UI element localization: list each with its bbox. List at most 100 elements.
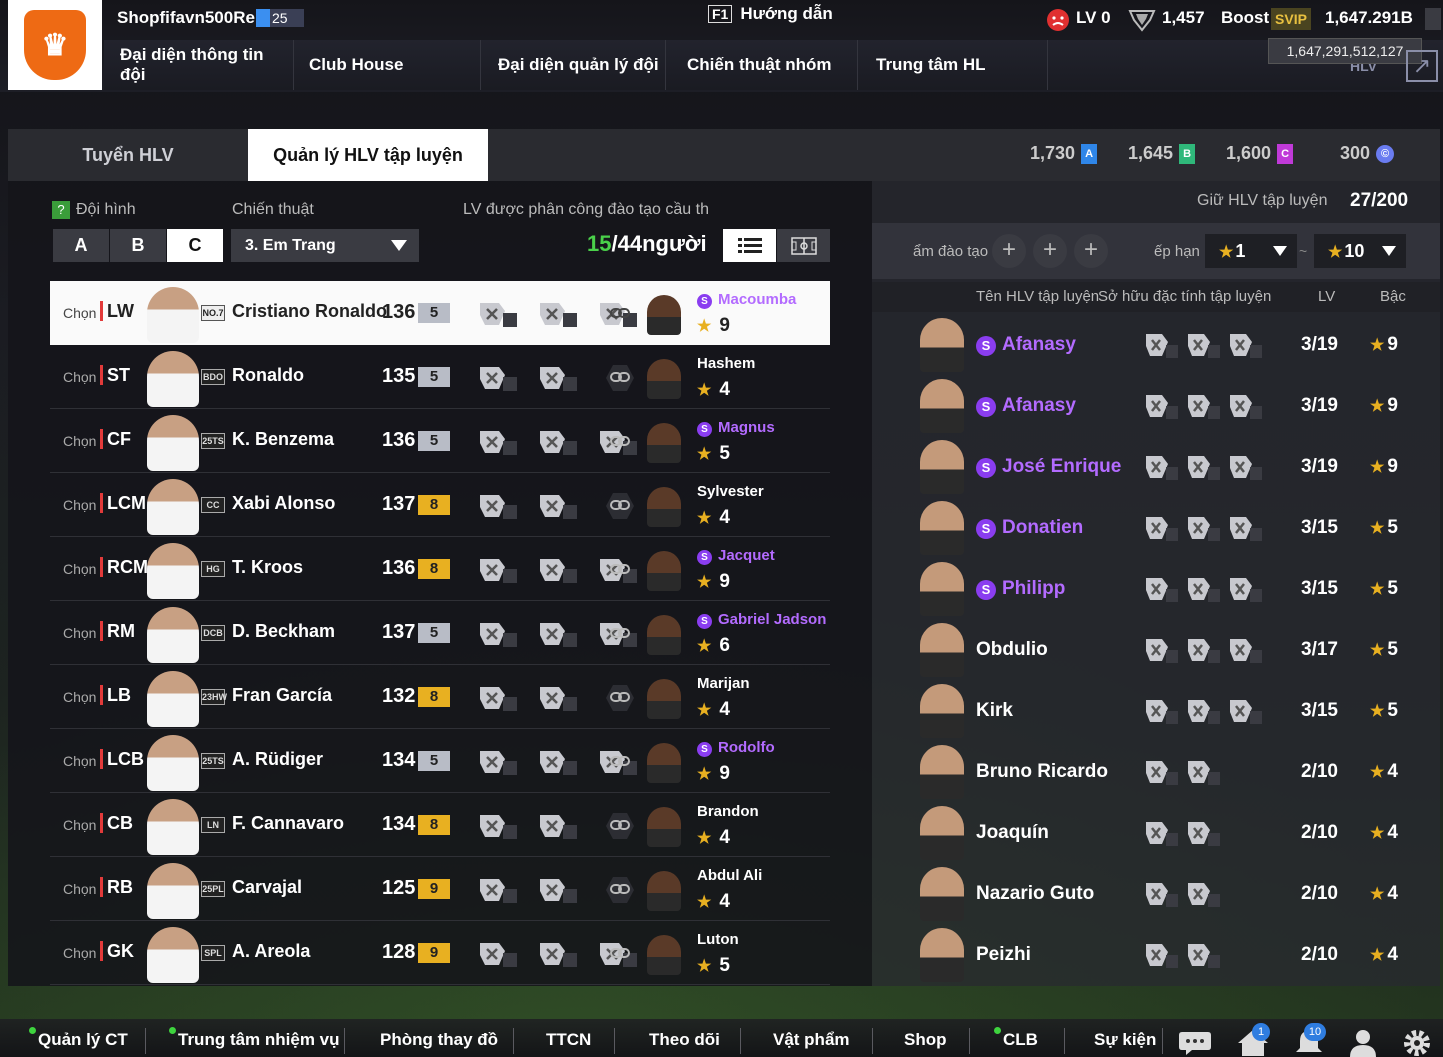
link-icon[interactable] [610,943,630,963]
star-icon: ★ [1370,459,1385,476]
link-icon[interactable] [610,879,630,899]
coach-name[interactable]: Brandon [697,803,759,820]
nav-training-center[interactable]: Trung tâm HL [864,40,1048,90]
tactic-dropdown[interactable]: 3. Em Trang [231,229,419,262]
link-icon[interactable] [610,815,630,835]
player-row[interactable]: Chọn CB LN F. Cannavaro 134 8 Brandon ★ 4 [50,793,830,857]
training-trait-icon [1228,635,1264,665]
add-filter-3-button[interactable]: + [1074,234,1108,268]
formation-b-button[interactable]: B [110,229,166,262]
position-label: RB [100,877,133,897]
coach-stars: ★ 4 [697,827,730,848]
coach-name[interactable]: S Magnus [697,419,775,437]
star-icon: ★ [1219,244,1234,261]
player-row[interactable]: Chọn RM DCB D. Beckham 137 5 S Gabriel Jadson ★ 6 [50,601,830,665]
link-icon[interactable] [610,687,630,707]
rank-to-dropdown[interactable]: ★ 10 [1314,234,1406,268]
training-trait-icon [474,363,526,393]
link-icon[interactable] [610,623,630,643]
bottom-nav-shop[interactable]: Shop [904,1030,947,1050]
col-trait: Sở hữu đặc tính tập luyện [1098,288,1272,305]
player-row[interactable]: Chọn GK SPL A. Areola 128 9 Luton ★ 5 [50,921,830,985]
coach-row[interactable]: Joaquín 2/10 ★ 4 [872,802,1440,863]
link-icon[interactable] [610,303,630,323]
coach-row[interactable]: Obdulio 3/17 ★ 5 [872,619,1440,680]
profile-icon[interactable] [1348,1028,1378,1057]
link-icon[interactable] [610,495,630,515]
coach-name[interactable]: S Jacquet [697,547,775,565]
player-row[interactable]: Chọn LCB 25TS A. Rüdiger 134 5 S Rodolfo ★ 9 [50,729,830,793]
coach-name[interactable]: S Rodolfo [697,739,775,757]
rank-from-dropdown[interactable]: ★ 1 [1205,234,1297,268]
player-row[interactable]: Chọn LCM CC Xabi Alonso 137 8 Sylvester ★ 4 [50,473,830,537]
exit-icon[interactable]: ↗ [1406,50,1438,82]
coach-row[interactable]: S Afanasy 3/19 ★ 9 [872,314,1440,375]
bottom-nav-ttcn[interactable]: TTCN [546,1030,591,1050]
coach-row[interactable]: Bruno Ricardo 2/10 ★ 4 [872,741,1440,802]
coach-row[interactable]: Kirk 3/15 ★ 5 [872,680,1440,741]
nav-club-house[interactable]: Club House [297,40,481,90]
add-filter-2-button[interactable]: + [1033,234,1067,268]
bottom-nav-watchlist[interactable]: Theo dõi [649,1030,720,1050]
link-icon[interactable] [610,431,630,451]
club-logo[interactable]: ♛ [8,0,102,90]
season-badge: CC [201,497,225,513]
nav-team-manager[interactable]: Đại diện quản lý đội [486,40,666,90]
coach-row[interactable]: Nazario Guto 2/10 ★ 4 [872,863,1440,924]
player-row[interactable]: Chọn LB 23HW Fran García 132 8 Marijan ★ 4 [50,665,830,729]
boost-label[interactable]: Boost [1221,8,1269,28]
currency-c-icon: C [1277,144,1294,165]
bottom-nav-items[interactable]: Vật phẩm [773,1030,850,1050]
help-icon[interactable]: ? [52,201,70,219]
coach-name[interactable]: Hashem [697,355,755,372]
bottom-nav-mission-center[interactable]: Trung tâm nhiệm vụ [178,1030,340,1050]
chat-icon[interactable] [1178,1030,1212,1057]
nav-team-tactics[interactable]: Chiến thuật nhóm [675,40,858,90]
bottom-nav-events[interactable]: Sự kiện [1094,1030,1156,1050]
formation-a-button[interactable]: A [53,229,109,262]
pitch-view-icon[interactable] [777,229,830,262]
star-icon: ★ [697,382,712,399]
tab-recruit-coach[interactable]: Tuyển HLV [8,129,248,181]
currency-a-value: 1,730 [1030,143,1076,163]
lion-crest-icon: ♛ [24,10,86,80]
coach-name[interactable]: Marijan [697,675,750,692]
nav-team-info[interactable]: Đại diện thông tin đội [108,40,294,90]
coach-rank: ★ 4 [1370,944,1398,965]
link-icon[interactable] [610,367,630,387]
coach-name[interactable]: S Gabriel Jadson [697,611,826,629]
guide-button[interactable]: F1 Hướng dẫn [708,4,833,24]
user-level-badge: 25 [256,9,304,27]
list-view-icon[interactable] [723,229,776,262]
player-row[interactable]: Chọn RCM HG T. Kroos 136 8 S Jacquet ★ 9 [50,537,830,601]
svip-badge[interactable]: SVIP [1271,8,1311,30]
player-level-badge: 9 [418,943,450,963]
bottom-nav-quan-ly-ct[interactable]: Quản lý CT [38,1030,128,1050]
add-bp-button[interactable] [1425,8,1441,30]
link-icon[interactable] [610,559,630,579]
settings-gear-icon[interactable] [1402,1028,1432,1057]
player-row[interactable]: Chọn LW NO.7 Cristiano Ronaldo 136 5 S Macoumba… [50,281,830,345]
player-level-badge: 5 [418,623,450,643]
currency-c: 1,600 C [1226,143,1294,165]
bottom-nav-locker-room[interactable]: Phòng thay đồ [380,1030,498,1050]
tab-manage-coach[interactable]: Quản lý HLV tập luyện [248,129,488,181]
link-icon[interactable] [610,751,630,771]
coach-name[interactable]: Luton [697,931,739,948]
coach-row[interactable]: S Philipp 3/15 ★ 5 [872,558,1440,619]
coach-name[interactable]: Sylvester [697,483,764,500]
formation-c-button[interactable]: C [167,229,223,262]
bottom-nav-clb[interactable]: CLB [1003,1030,1038,1050]
player-row[interactable]: Chọn CF 25TS K. Benzema 136 5 S Magnus ★ 5 [50,409,830,473]
special-coach-icon: S [697,550,712,565]
coach-row[interactable]: S Donatien 3/15 ★ 5 [872,497,1440,558]
add-filter-1-button[interactable]: + [992,234,1026,268]
coach-row[interactable]: S Afanasy 3/19 ★ 9 [872,375,1440,436]
player-row[interactable]: Chọn ST BDO Ronaldo 135 5 Hashem ★ 4 [50,345,830,409]
player-row[interactable]: Chọn RB 25PL Carvajal 125 9 Abdul Ali ★ 4 [50,857,830,921]
coach-name[interactable]: S Macoumba [697,291,796,309]
coach-row[interactable]: S José Enrique 3/19 ★ 9 [872,436,1440,497]
coach-avatar [647,551,681,591]
coach-name[interactable]: Abdul Ali [697,867,762,884]
coach-row[interactable]: Peizhi 2/10 ★ 4 [872,924,1440,985]
